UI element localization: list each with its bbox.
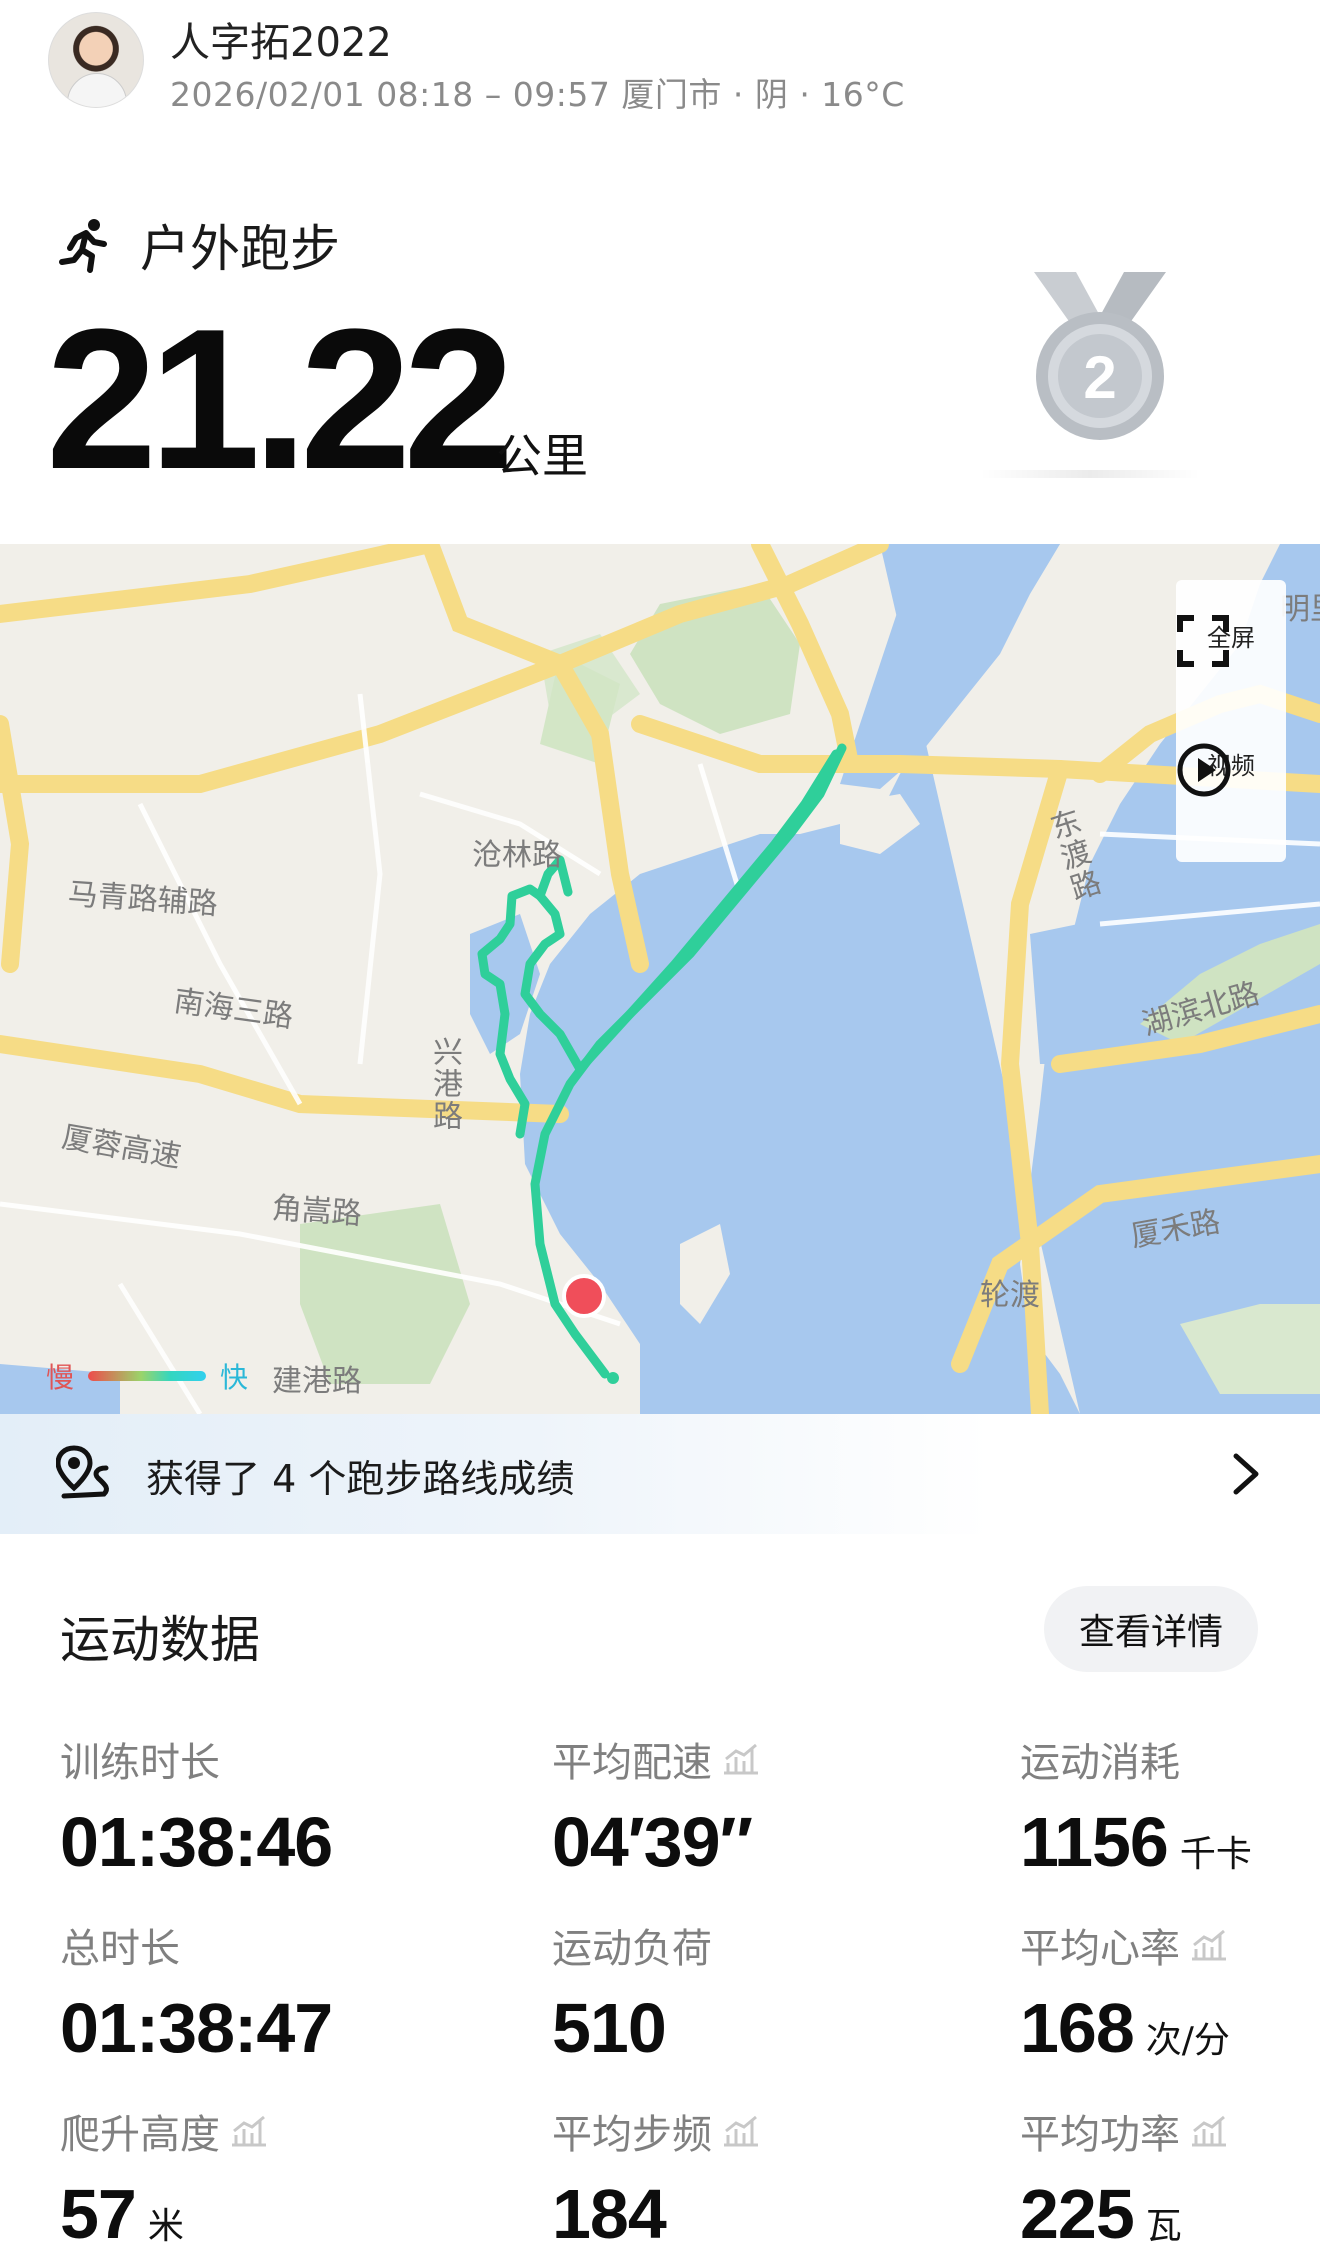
speed-legend-slow: 慢	[46, 1361, 75, 1394]
metric-unit: 瓦	[1145, 2206, 1182, 2245]
route-pin-icon	[56, 1445, 109, 1499]
metric-avg-power[interactable]: 平均功率 225 瓦	[1020, 2102, 1228, 2245]
map-label: 轮渡	[980, 1278, 1040, 1313]
metric-label: 总时长	[60, 1926, 180, 1972]
metric-value: 57	[60, 2175, 137, 2245]
metric-unit: 米	[147, 2206, 184, 2245]
trend-chart-icon	[724, 1743, 758, 1775]
map-controls: 全屏 视频	[1176, 580, 1286, 862]
map-label: 明里	[1280, 592, 1320, 627]
speed-gradient-bar	[88, 1371, 207, 1381]
metric-label: 平均心率	[1020, 1926, 1180, 1972]
medal-rank: 2	[1083, 344, 1116, 411]
distance-value: 21.22	[46, 288, 514, 511]
sport-title: 户外跑步	[56, 215, 340, 278]
metric-label: 运动负荷	[552, 1926, 712, 1972]
activity-header: 人字拓2022 2026/02/01 08:18 – 09:57 厦门市 · 阴…	[0, 0, 1320, 140]
metric-value: 510	[552, 1989, 667, 2067]
video-button[interactable]: 视频	[1176, 742, 1286, 797]
view-details-button[interactable]: 查看详情	[1044, 1586, 1258, 1672]
metric-label: 爬升高度	[60, 2112, 220, 2158]
metric-avg-cadence[interactable]: 平均步频 184	[552, 2102, 760, 2245]
metric-elevation-gain[interactable]: 爬升高度 57 米	[60, 2102, 268, 2245]
metric-training-load: 运动负荷 510	[552, 1916, 712, 2068]
chevron-right-icon	[1233, 1453, 1259, 1495]
speed-legend: 慢 快	[46, 1356, 248, 1396]
play-icon	[1177, 743, 1231, 797]
metric-calories: 运动消耗 1156 千卡	[1020, 1730, 1252, 1882]
metric-label: 平均配速	[552, 1740, 712, 1786]
distance-unit: 公里	[496, 429, 588, 483]
metric-value: 168	[1020, 1989, 1135, 2067]
map-label: 建港路	[272, 1364, 362, 1399]
avatar[interactable]	[48, 12, 144, 108]
route-map[interactable]: 沧林路 马青路辅路 南海三路 兴港路 厦蓉高速 角嵩路 建港路 东渡路 湖滨北路…	[0, 544, 1320, 1414]
metric-unit: 千卡	[1179, 1834, 1252, 1875]
route-achievement-banner[interactable]: 获得了 4 个跑步路线成绩	[0, 1414, 1320, 1534]
metric-total-duration: 总时长 01:38:47	[60, 1916, 344, 2068]
map-label: 沧林路	[472, 838, 562, 873]
start-marker	[562, 1274, 606, 1318]
metric-label: 运动消耗	[1020, 1740, 1180, 1786]
sport-type: 户外跑步	[140, 220, 340, 278]
metric-avg-heart-rate[interactable]: 平均心率 168 次/分	[1020, 1916, 1230, 2068]
metric-label: 平均功率	[1020, 2112, 1180, 2158]
metric-training-duration: 训练时长 01:38:46	[60, 1730, 344, 1882]
medal-divider	[980, 470, 1200, 478]
route-banner-text: 获得了 4 个跑步路线成绩	[146, 1457, 575, 1501]
metric-value: 1156	[1020, 1803, 1169, 1881]
metric-value: 04′39″	[552, 1803, 753, 1881]
map-label: 角嵩路	[270, 1190, 363, 1233]
activity-meta: 2026/02/01 08:18 – 09:57 厦门市 · 阴 · 16°C	[170, 75, 905, 114]
metric-value: 225	[1020, 2175, 1135, 2245]
username[interactable]: 人字拓2022	[170, 10, 392, 68]
trend-chart-icon	[232, 2115, 266, 2147]
metric-unit: 次/分	[1145, 2020, 1230, 2061]
silver-medal-icon[interactable]: 2	[1020, 264, 1180, 454]
trend-chart-icon	[1192, 1929, 1226, 1961]
section-title: 运动数据	[60, 1611, 260, 1669]
fullscreen-button[interactable]: 全屏	[1176, 614, 1286, 667]
metric-avg-pace[interactable]: 平均配速 04′39″	[552, 1730, 764, 1882]
fullscreen-icon	[1177, 615, 1229, 667]
metric-value: 01:38:47	[60, 1989, 333, 2067]
metric-label: 平均步频	[552, 2112, 712, 2158]
trend-chart-icon	[1192, 2115, 1226, 2147]
speed-legend-fast: 快	[220, 1361, 249, 1394]
map-label: 兴港路	[427, 1036, 462, 1132]
metric-value: 184	[552, 2175, 667, 2245]
metric-value: 01:38:46	[60, 1803, 333, 1881]
trend-chart-icon	[724, 2115, 758, 2147]
running-icon	[59, 219, 107, 273]
metric-label: 训练时长	[60, 1740, 220, 1786]
